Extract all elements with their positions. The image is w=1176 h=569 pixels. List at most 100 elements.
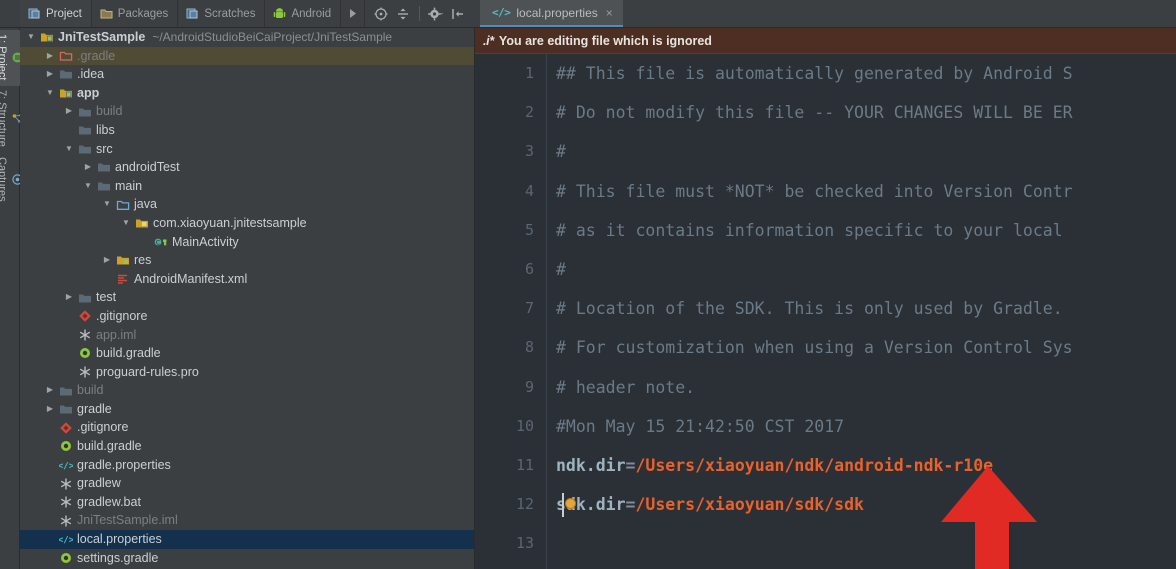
- tree-row[interactable]: ▶ res: [20, 251, 474, 270]
- sidebar-item-project-label: 1: Project: [0, 34, 8, 81]
- code-line[interactable]: # This file must *NOT* be checked into V…: [556, 172, 1176, 211]
- tree-row[interactable]: ▶ .idea: [20, 65, 474, 84]
- code-line[interactable]: # For customization when using a Version…: [556, 328, 1176, 367]
- tree-row[interactable]: ▶ build: [20, 102, 474, 121]
- chevron-right-icon[interactable]: ▶: [81, 158, 95, 177]
- tree-row[interactable]: ▶ libs: [20, 121, 474, 140]
- tree-row[interactable]: ▼ main: [20, 177, 474, 196]
- project-tool-window[interactable]: ▼ JniTestSample ~/AndroidStudioBeiCaiProje…: [20, 28, 475, 569]
- tab-packages[interactable]: Packages: [92, 0, 179, 27]
- tree-row[interactable]: ▼ JniTestSample ~/AndroidStudioBeiCaiProje…: [20, 28, 474, 47]
- code-content[interactable]: ## This file is automatically generated …: [547, 54, 1176, 569]
- chevron-down-icon[interactable]: ▼: [24, 28, 38, 47]
- tree-row[interactable]: ▶</> gradle.properties: [20, 456, 474, 475]
- tree-row[interactable]: ▶ build.gradle: [20, 437, 474, 456]
- twisty-spacer: ▶: [62, 121, 76, 140]
- comment-text: #: [556, 142, 566, 162]
- folder-icon: [76, 105, 93, 119]
- tree-row-label: .gradle: [77, 48, 116, 63]
- code-line[interactable]: sdk.dir=/Users/xiaoyuan/sdk/sdk: [556, 485, 1176, 524]
- code-line[interactable]: #: [556, 132, 1176, 171]
- editor-tab-local-properties[interactable]: </> local.properties ×: [480, 0, 623, 27]
- tree-row-label: .gitignore: [96, 308, 148, 323]
- code-line[interactable]: ## This file is automatically generated …: [556, 54, 1176, 93]
- tree-row[interactable]: ▶ proguard-rules.pro: [20, 363, 474, 382]
- chevron-right-icon[interactable]: ▶: [62, 102, 76, 121]
- chevron-right-icon[interactable]: ▶: [43, 400, 57, 419]
- comment-text: # Location of the SDK. This is only used…: [556, 299, 1073, 319]
- code-scroll-area[interactable]: 1 2 3 4 5 6 7 8 9 10 11 12 13 ## This file is automa…: [475, 54, 1176, 569]
- tree-row[interactable]: ▶ JniTestSample.iml: [20, 511, 474, 530]
- collapse-all-icon[interactable]: [393, 4, 413, 24]
- chevron-right-icon[interactable]: ▶: [43, 47, 57, 66]
- tab-overflow-arrow-icon[interactable]: [341, 0, 366, 27]
- chevron-right-icon[interactable]: ▶: [43, 65, 57, 84]
- chevron-down-icon[interactable]: ▼: [43, 84, 57, 103]
- chevron-right-icon[interactable]: ▶: [62, 288, 76, 307]
- twisty-spacer: ▶: [43, 549, 57, 568]
- packages-icon: [100, 7, 113, 20]
- twisty-spacer: ▶: [43, 437, 57, 456]
- tree-row[interactable]: ▶ .gitignore: [20, 418, 474, 437]
- notification-prefix: .i*: [483, 33, 494, 48]
- tree-row[interactable]: ▶</> local.properties: [20, 530, 474, 549]
- chevron-right-icon[interactable]: ▶: [100, 251, 114, 270]
- tree-row[interactable]: ▶ .gradle: [20, 46, 474, 66]
- iml-icon: [76, 365, 93, 379]
- tab-scratches[interactable]: Scratches: [178, 0, 266, 27]
- close-icon[interactable]: ×: [606, 6, 613, 20]
- tree-row[interactable]: ▶ gradlew: [20, 474, 474, 493]
- tree-row[interactable]: ▼ src: [20, 140, 474, 159]
- intention-bulb-icon[interactable]: [565, 498, 576, 510]
- properties-file-icon: </>: [492, 6, 511, 19]
- tab-project[interactable]: Project: [20, 0, 92, 27]
- tree-row[interactable]: ▼ java: [20, 195, 474, 214]
- code-line[interactable]: # as it contains information specific to…: [556, 211, 1176, 250]
- gradle-icon: [57, 439, 74, 453]
- tree-row[interactable]: ▼ app: [20, 84, 474, 103]
- hide-icon[interactable]: [448, 4, 468, 24]
- property-value: /Users/xiaoyuan/ndk/android-ndk-r10e: [635, 455, 994, 475]
- left-rail-spacer: [0, 0, 20, 27]
- sidebar-item-captures-label: Captures: [0, 157, 8, 202]
- code-line[interactable]: [556, 524, 1176, 563]
- project-view-icon: [28, 7, 41, 20]
- code-line[interactable]: # Do not modify this file -- YOUR CHANGE…: [556, 93, 1176, 132]
- tool-window-tab-strip: Project Packages Scratches Android: [20, 0, 480, 27]
- code-line[interactable]: # header note.: [556, 368, 1176, 407]
- line-number: 12: [515, 495, 534, 514]
- twisty-spacer: ▶: [138, 233, 152, 252]
- chevron-down-icon[interactable]: ▼: [81, 177, 95, 196]
- tree-row-label: build: [77, 383, 104, 398]
- code-line[interactable]: #: [556, 250, 1176, 289]
- code-line[interactable]: # Location of the SDK. This is only used…: [556, 289, 1176, 328]
- tree-row[interactable]: ▶ build.gradle: [20, 344, 474, 363]
- tab-android[interactable]: Android: [265, 0, 342, 27]
- tree-row[interactable]: ▶ settings.gradle: [20, 549, 474, 568]
- tree-row[interactable]: ▶C MainActivity: [20, 233, 474, 252]
- code-line[interactable]: ndk.dir=/Users/xiaoyuan/ndk/android-ndk-…: [556, 446, 1176, 485]
- chevron-down-icon[interactable]: ▼: [119, 214, 133, 233]
- tree-row[interactable]: ▶ build: [20, 381, 474, 400]
- chevron-right-icon[interactable]: ▶: [43, 381, 57, 400]
- tree-row[interactable]: ▶ test: [20, 288, 474, 307]
- chevron-down-icon[interactable]: ▼: [100, 195, 114, 214]
- folder-icon: [95, 179, 112, 193]
- property-value: /Users/xiaoyuan/sdk/sdk: [635, 495, 864, 515]
- tree-row[interactable]: ▶ app.iml: [20, 326, 474, 345]
- tab-project-label: Project: [46, 7, 82, 20]
- tree-row[interactable]: ▶ gradlew.bat: [20, 493, 474, 512]
- tree-row[interactable]: ▼ com.xiaoyuan.jnitestsample: [20, 214, 474, 233]
- tree-row[interactable]: ▶ androidTest: [20, 158, 474, 177]
- folder-icon: [57, 402, 74, 416]
- tree-row[interactable]: ▶ .gitignore: [20, 307, 474, 326]
- tree-row[interactable]: ▶ gradle: [20, 400, 474, 419]
- folder-icon: [76, 142, 93, 156]
- android-studio-window: Project Packages Scratches Android </> l…: [0, 0, 1176, 569]
- scroll-from-source-icon[interactable]: [371, 4, 391, 24]
- chevron-down-icon[interactable]: ▼: [62, 140, 76, 159]
- settings-gear-icon[interactable]: [426, 4, 446, 24]
- tree-row-label: build.gradle: [77, 439, 142, 454]
- tree-row[interactable]: ▶ AndroidManifest.xml: [20, 270, 474, 289]
- code-line[interactable]: #Mon May 15 21:42:50 CST 2017: [556, 407, 1176, 446]
